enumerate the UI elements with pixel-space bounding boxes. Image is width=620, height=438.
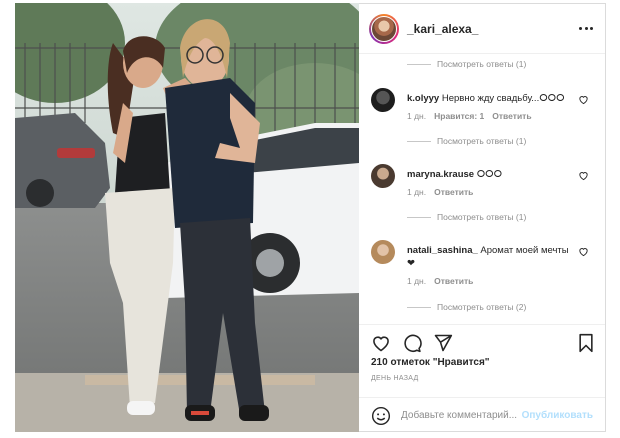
action-icons <box>371 333 453 353</box>
reply-link[interactable]: Ответить <box>492 111 531 121</box>
post-photo-scene <box>15 3 359 432</box>
comment-input[interactable]: Добавьте комментарий... <box>401 410 517 421</box>
commenter-avatar[interactable] <box>371 240 395 264</box>
share-icon[interactable] <box>433 333 453 353</box>
post-actions: 210 отметок "Нравится" ДЕНЬ НАЗАД Добавь… <box>359 324 605 434</box>
comment-likes[interactable]: Нравится: 1 <box>434 111 484 121</box>
reply-link[interactable]: Ответить <box>434 187 473 197</box>
view-replies-link[interactable]: Посмотреть ответы (1) <box>407 59 526 69</box>
author-username[interactable]: _kari_alexa_ <box>407 22 478 36</box>
bookmark-icon[interactable] <box>577 333 595 353</box>
more-icon[interactable] <box>579 22 593 34</box>
add-comment-bar: Добавьте комментарий... Опубликовать <box>359 397 605 433</box>
heart-icon[interactable] <box>578 246 589 257</box>
post-panel: _kari_alexa_ Посмотреть ответы (1) k.oly… <box>359 3 606 432</box>
reply-link[interactable]: Ответить <box>434 276 473 286</box>
comment-username[interactable]: maryna.krause <box>407 169 474 180</box>
comments-list[interactable]: Посмотреть ответы (1) k.olyyy Нервно жду… <box>359 54 605 324</box>
comment-time: 1 дн. <box>407 111 427 121</box>
heart-icon[interactable] <box>578 170 589 181</box>
commenter-avatar[interactable] <box>371 164 395 188</box>
publish-button[interactable]: Опубликовать <box>522 410 593 421</box>
heart-icon[interactable] <box>578 94 589 105</box>
comment-time: 1 дн. <box>407 276 427 286</box>
commenter-avatar[interactable] <box>371 88 395 112</box>
post-date: ДЕНЬ НАЗАД <box>371 375 419 382</box>
comment-body: Нервно жду свадьбу...ⵔⵔⵔ <box>441 93 565 104</box>
heart-icon[interactable] <box>371 333 391 353</box>
comment-icon[interactable] <box>402 333 422 353</box>
post-header: _kari_alexa_ <box>359 4 605 54</box>
view-replies-link[interactable]: Посмотреть ответы (1) <box>407 136 526 146</box>
comment-username[interactable]: k.olyyy <box>407 93 439 104</box>
view-replies-link[interactable]: Посмотреть ответы (1) <box>407 212 526 222</box>
emoji-icon[interactable] <box>371 406 391 426</box>
likes-count[interactable]: 210 отметок "Нравится" <box>371 357 490 368</box>
author-avatar[interactable] <box>369 13 399 44</box>
comment-text: natali_sashina_ Аромат моей мечты ❤ <box>407 244 577 270</box>
comment-text: maryna.krause ⵔⵔⵔ <box>407 168 577 181</box>
comment-username[interactable]: natali_sashina_ <box>407 245 478 256</box>
view-replies-link[interactable]: Посмотреть ответы (2) <box>407 302 526 312</box>
comment-time: 1 дн. <box>407 187 427 197</box>
comment-meta: 1 дн. Ответить <box>407 187 473 197</box>
post-photo[interactable] <box>15 3 359 432</box>
comment-meta: 1 дн. Нравится: 1 Ответить <box>407 111 532 121</box>
comment-body: ⵔⵔⵔ <box>476 169 503 180</box>
comment-text: k.olyyy Нервно жду свадьбу...ⵔⵔⵔ <box>407 92 577 105</box>
comment-meta: 1 дн. Ответить <box>407 276 473 286</box>
